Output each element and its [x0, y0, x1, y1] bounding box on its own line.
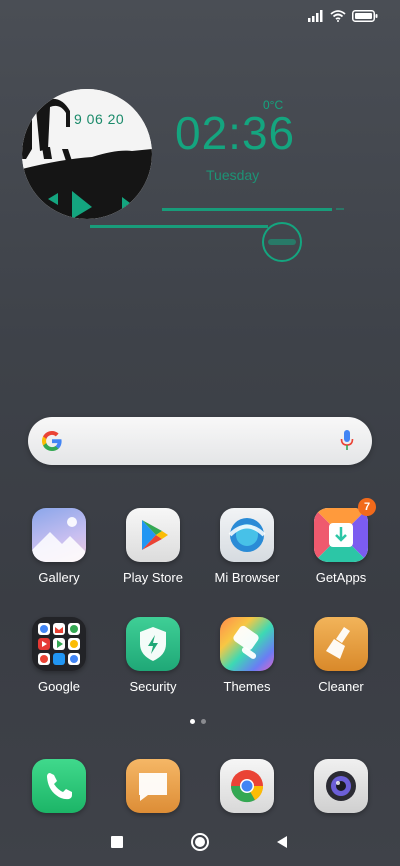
gallery-icon: [32, 508, 86, 562]
photo-circle: 9 06 20: [22, 89, 152, 219]
mic-icon[interactable]: [340, 430, 354, 452]
widget-ring-bar: [268, 239, 296, 245]
google-folder-label: Google: [38, 679, 80, 694]
getapps-badge: 7: [358, 498, 376, 516]
themes-label: Themes: [223, 679, 271, 694]
google-search-bar[interactable]: [28, 417, 372, 465]
google-folder-icon: [32, 617, 86, 671]
clock-time[interactable]: 02:36: [175, 110, 295, 156]
wifi-icon: [330, 10, 346, 22]
app-mi-browser[interactable]: Mi Browser: [202, 508, 292, 585]
app-gallery[interactable]: Gallery: [14, 508, 104, 585]
signal-icon: [308, 10, 323, 22]
camera-icon: [314, 759, 368, 813]
gallery-label: Gallery: [38, 570, 80, 585]
mi-browser-icon: [220, 508, 274, 562]
page-dot: [201, 719, 206, 724]
app-play-store[interactable]: Play Store: [108, 508, 198, 585]
getapps-label: GetApps: [315, 570, 367, 585]
getapps-icon: [314, 508, 368, 562]
play-store-icon: [126, 508, 180, 562]
navigation-bar: [0, 832, 400, 852]
widget-line-top: [162, 208, 332, 211]
google-g-icon: [42, 431, 62, 451]
security-icon: [126, 617, 180, 671]
back-button[interactable]: [275, 835, 289, 849]
battery-icon: [352, 10, 378, 22]
dock-messages[interactable]: [108, 759, 198, 813]
security-label: Security: [129, 679, 177, 694]
app-security[interactable]: Security: [108, 617, 198, 694]
home-button-inner: [195, 837, 205, 847]
photo-image: [22, 89, 152, 219]
status-bar: [308, 10, 378, 22]
chrome-icon: [220, 759, 274, 813]
recents-button[interactable]: [111, 836, 123, 848]
messages-icon: [126, 759, 180, 813]
cleaner-label: Cleaner: [318, 679, 364, 694]
app-google-folder[interactable]: Google: [14, 617, 104, 694]
photo-date: 9 06 20: [74, 111, 125, 127]
play-store-label: Play Store: [123, 570, 183, 585]
widget-line-bottom: [90, 225, 268, 228]
clock-widget[interactable]: 9 06 20 0°C 02:36 Tuesday: [0, 80, 400, 280]
page-dot-active: [190, 719, 195, 724]
themes-icon: [220, 617, 274, 671]
cleaner-icon: [314, 617, 368, 671]
page-indicator: [190, 719, 206, 724]
mi-browser-label: Mi Browser: [214, 570, 280, 585]
app-cleaner[interactable]: Cleaner: [296, 617, 386, 694]
dock-camera[interactable]: [296, 759, 386, 813]
dock-chrome[interactable]: [202, 759, 292, 813]
widget-line-top-end: [336, 208, 344, 210]
app-getapps[interactable]: GetApps: [296, 508, 386, 585]
home-button[interactable]: [191, 833, 209, 851]
phone-icon: [32, 759, 86, 813]
dock-phone[interactable]: [14, 759, 104, 813]
app-themes[interactable]: Themes: [202, 617, 292, 694]
clock-day: Tuesday: [206, 167, 260, 183]
